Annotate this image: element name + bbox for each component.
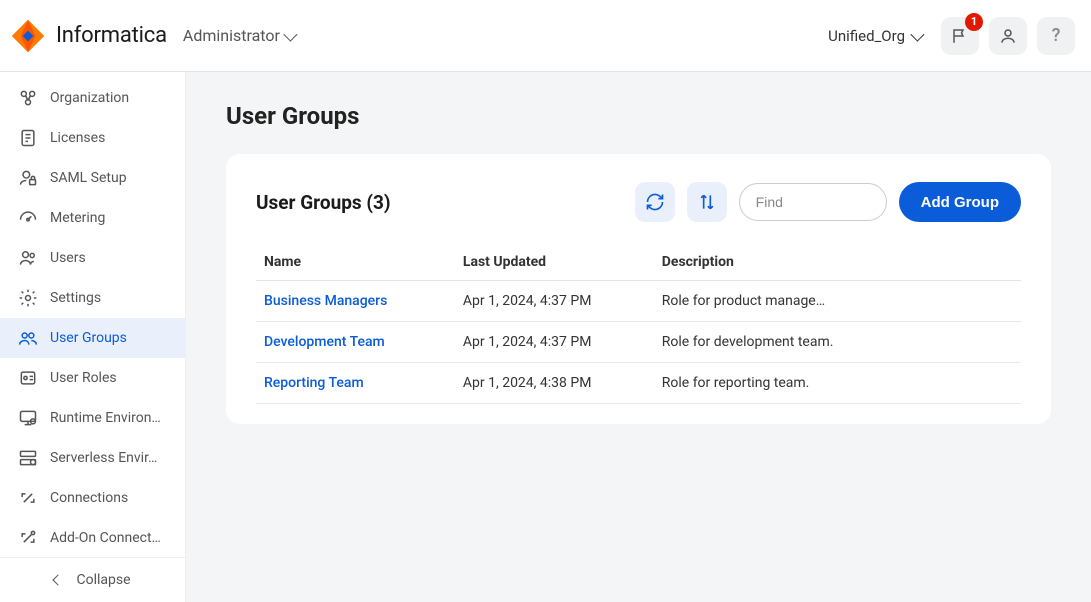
- brand-name: Informatica: [56, 23, 167, 48]
- connections-icon: [18, 488, 38, 508]
- table-row[interactable]: Development Team Apr 1, 2024, 4:37 PM Ro…: [256, 322, 1021, 363]
- card-title: User Groups (3): [256, 191, 391, 214]
- metering-icon: [18, 208, 38, 228]
- chevron-down-icon: [910, 27, 924, 41]
- help-icon: ?: [1052, 25, 1061, 46]
- serverless-icon: [18, 448, 38, 468]
- row-description: Role for product manage…: [654, 281, 1021, 322]
- refresh-icon: [645, 192, 665, 212]
- roles-icon: [18, 368, 38, 388]
- sidebar-item-organization[interactable]: Organization: [0, 78, 185, 118]
- sidebar-scroll[interactable]: Organization Licenses SAML Setup Meterin…: [0, 72, 185, 557]
- sort-icon: [697, 192, 717, 212]
- chevron-down-icon: [283, 27, 297, 41]
- sort-button[interactable]: [687, 182, 727, 222]
- sidebar-item-label: User Groups: [50, 330, 127, 346]
- group-link[interactable]: Reporting Team: [264, 375, 364, 391]
- help-button[interactable]: ?: [1037, 17, 1075, 55]
- page-title: User Groups: [226, 102, 1051, 130]
- flag-icon: [951, 27, 969, 45]
- org-name: Unified_Org: [828, 27, 905, 45]
- row-description: Role for development team.: [654, 322, 1021, 363]
- notification-badge: 1: [965, 13, 983, 31]
- groups-icon: [18, 328, 38, 348]
- group-link[interactable]: Business Managers: [264, 293, 387, 309]
- table-row[interactable]: Business Managers Apr 1, 2024, 4:37 PM R…: [256, 281, 1021, 322]
- row-updated: Apr 1, 2024, 4:37 PM: [455, 281, 654, 322]
- row-updated: Apr 1, 2024, 4:38 PM: [455, 363, 654, 404]
- sidebar-item-label: Serverless Envir…: [50, 450, 157, 466]
- sidebar-item-addon-connectors[interactable]: Add-On Connect…: [0, 518, 185, 557]
- gear-icon: [18, 288, 38, 308]
- refresh-button[interactable]: [635, 182, 675, 222]
- app-header: Informatica Administrator Unified_Org 1 …: [0, 0, 1091, 72]
- sidebar-item-settings[interactable]: Settings: [0, 278, 185, 318]
- users-icon: [18, 248, 38, 268]
- header-left: Informatica Administrator: [10, 18, 294, 54]
- header-right: Unified_Org 1 ?: [818, 17, 1075, 55]
- sidebar-item-users[interactable]: Users: [0, 238, 185, 278]
- sidebar-item-label: Settings: [50, 290, 101, 306]
- license-icon: [18, 128, 38, 148]
- sidebar-item-label: SAML Setup: [50, 170, 127, 186]
- sidebar-item-label: Connections: [50, 490, 128, 506]
- sidebar-collapse-button[interactable]: Collapse: [0, 557, 185, 602]
- main-content: User Groups User Groups (3): [186, 72, 1091, 602]
- sidebar-item-label: Organization: [50, 90, 129, 106]
- column-updated[interactable]: Last Updated: [455, 244, 654, 281]
- sidebar-item-connections[interactable]: Connections: [0, 478, 185, 518]
- card-actions: Add Group: [635, 182, 1021, 222]
- sidebar-item-metering[interactable]: Metering: [0, 198, 185, 238]
- notifications-button[interactable]: 1: [941, 17, 979, 55]
- sidebar-item-label: Users: [50, 250, 86, 266]
- saml-icon: [18, 168, 38, 188]
- sidebar-item-licenses[interactable]: Licenses: [0, 118, 185, 158]
- app-switcher[interactable]: Administrator: [183, 26, 294, 45]
- sidebar-item-label: Metering: [50, 210, 105, 226]
- sidebar-item-label: Add-On Connect…: [50, 530, 161, 546]
- addon-icon: [18, 528, 38, 548]
- profile-button[interactable]: [989, 17, 1027, 55]
- sidebar-item-label: Runtime Environ…: [50, 410, 161, 426]
- sidebar-item-runtime-env[interactable]: Runtime Environ…: [0, 398, 185, 438]
- sidebar-item-label: Licenses: [50, 130, 105, 146]
- sidebar-item-saml[interactable]: SAML Setup: [0, 158, 185, 198]
- sidebar-item-label: User Roles: [50, 370, 117, 386]
- column-description[interactable]: Description: [654, 244, 1021, 281]
- org-icon: [18, 88, 38, 108]
- chevron-left-icon: [53, 574, 64, 585]
- layout: Organization Licenses SAML Setup Meterin…: [0, 72, 1091, 602]
- add-group-button[interactable]: Add Group: [899, 182, 1021, 222]
- table-row[interactable]: Reporting Team Apr 1, 2024, 4:38 PM Role…: [256, 363, 1021, 404]
- user-groups-table: Name Last Updated Description Business M…: [256, 244, 1021, 404]
- sidebar-item-serverless-env[interactable]: Serverless Envir…: [0, 438, 185, 478]
- row-description: Role for reporting team.: [654, 363, 1021, 404]
- user-groups-card: User Groups (3) Add Group: [226, 154, 1051, 424]
- collapse-label: Collapse: [76, 572, 130, 588]
- sidebar-item-user-groups[interactable]: User Groups: [0, 318, 185, 358]
- brand-logo-icon: [10, 18, 46, 54]
- org-switcher[interactable]: Unified_Org: [818, 21, 931, 51]
- user-icon: [999, 27, 1017, 45]
- find-input[interactable]: [739, 183, 887, 221]
- sidebar-item-user-roles[interactable]: User Roles: [0, 358, 185, 398]
- row-updated: Apr 1, 2024, 4:37 PM: [455, 322, 654, 363]
- card-header: User Groups (3) Add Group: [256, 182, 1021, 222]
- group-link[interactable]: Development Team: [264, 334, 385, 350]
- runtime-icon: [18, 408, 38, 428]
- column-name[interactable]: Name: [256, 244, 455, 281]
- app-name: Administrator: [183, 26, 280, 45]
- sidebar: Organization Licenses SAML Setup Meterin…: [0, 72, 186, 602]
